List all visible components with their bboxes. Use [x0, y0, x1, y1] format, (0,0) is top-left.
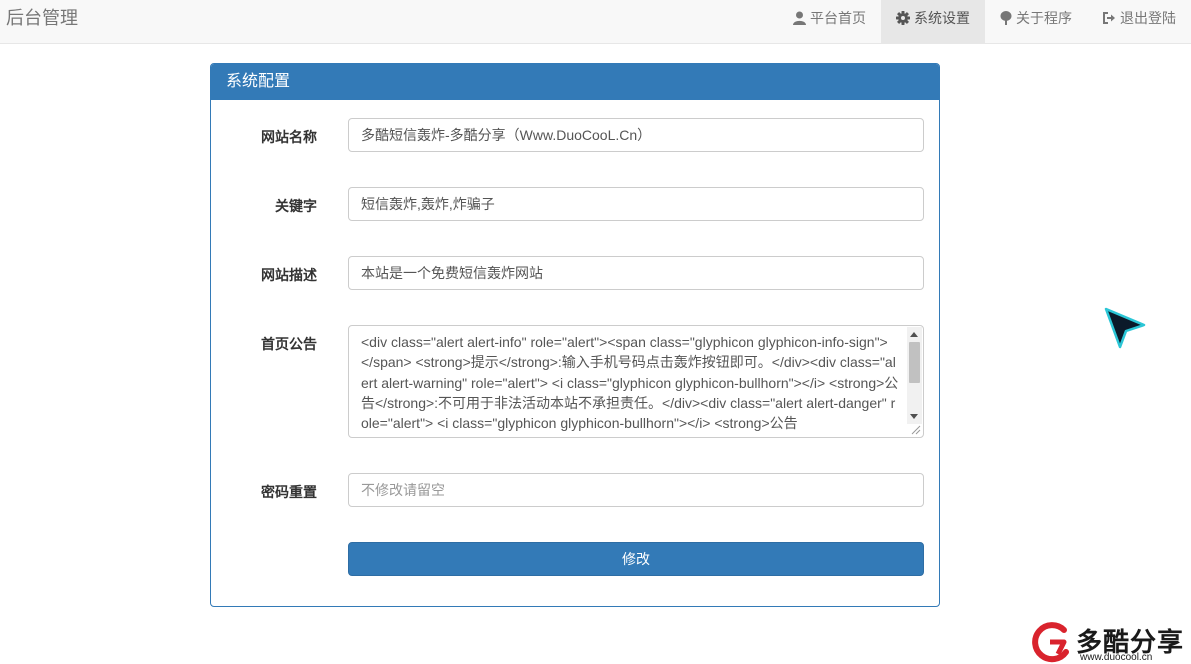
scroll-down-icon[interactable]	[910, 414, 918, 419]
description-input[interactable]: 本站是一个免费短信轰炸网站	[348, 256, 924, 290]
scroll-thumb[interactable]	[909, 342, 920, 383]
nav-item-settings-label: 系统设置	[914, 10, 970, 26]
tree-icon	[1000, 11, 1012, 25]
description-label: 网站描述	[261, 268, 317, 284]
cursor-arrow-icon	[1104, 307, 1146, 349]
nav-item-about[interactable]: 关于程序	[985, 0, 1087, 36]
resize-grip-icon[interactable]	[909, 423, 921, 435]
site-name-label: 网站名称	[261, 130, 317, 146]
watermark-url: www.duocool.cn	[1080, 652, 1153, 663]
announcement-scrollbar[interactable]	[907, 327, 922, 424]
nav-item-about-label: 关于程序	[1016, 10, 1072, 26]
scroll-up-icon[interactable]	[910, 332, 918, 337]
nav-item-home[interactable]: 平台首页	[778, 0, 881, 36]
logo-icon	[1032, 622, 1069, 663]
brand-title[interactable]: 后台管理	[6, 0, 78, 36]
panel-title: 系统配置	[211, 64, 939, 100]
nav-item-settings[interactable]: 系统设置	[881, 0, 985, 43]
password-label: 密码重置	[261, 485, 317, 501]
announcement-textarea[interactable]: <div class="alert alert-info" role="aler…	[348, 325, 924, 438]
logout-icon	[1103, 12, 1115, 24]
nav-item-home-label: 平台首页	[810, 10, 866, 26]
top-navbar: 后台管理 平台首页 系统设置 关于程序 退出登陆	[0, 0, 1191, 44]
watermark-logo: 多酷分享 www.duocool.cn	[1028, 622, 1188, 664]
keywords-label: 关键字	[275, 199, 317, 215]
user-icon	[793, 11, 806, 25]
nav-menu: 平台首页 系统设置 关于程序 退出登陆	[778, 0, 1191, 43]
nav-item-logout[interactable]: 退出登陆	[1087, 0, 1191, 36]
system-config-panel: 系统配置 网站名称 多酷短信轰炸-多酷分享（Www.DuoCooL.Cn） 关键…	[210, 63, 940, 607]
gear-icon	[896, 11, 910, 25]
nav-item-logout-label: 退出登陆	[1120, 10, 1176, 26]
keywords-input[interactable]: 短信轰炸,轰炸,炸骗子	[348, 187, 924, 221]
password-input[interactable]: 不修改请留空	[348, 473, 924, 507]
announcement-label: 首页公告	[261, 337, 317, 353]
submit-button[interactable]: 修改	[348, 542, 924, 576]
announcement-text: <div class="alert alert-info" role="aler…	[361, 334, 899, 432]
site-name-input[interactable]: 多酷短信轰炸-多酷分享（Www.DuoCooL.Cn）	[348, 118, 924, 152]
